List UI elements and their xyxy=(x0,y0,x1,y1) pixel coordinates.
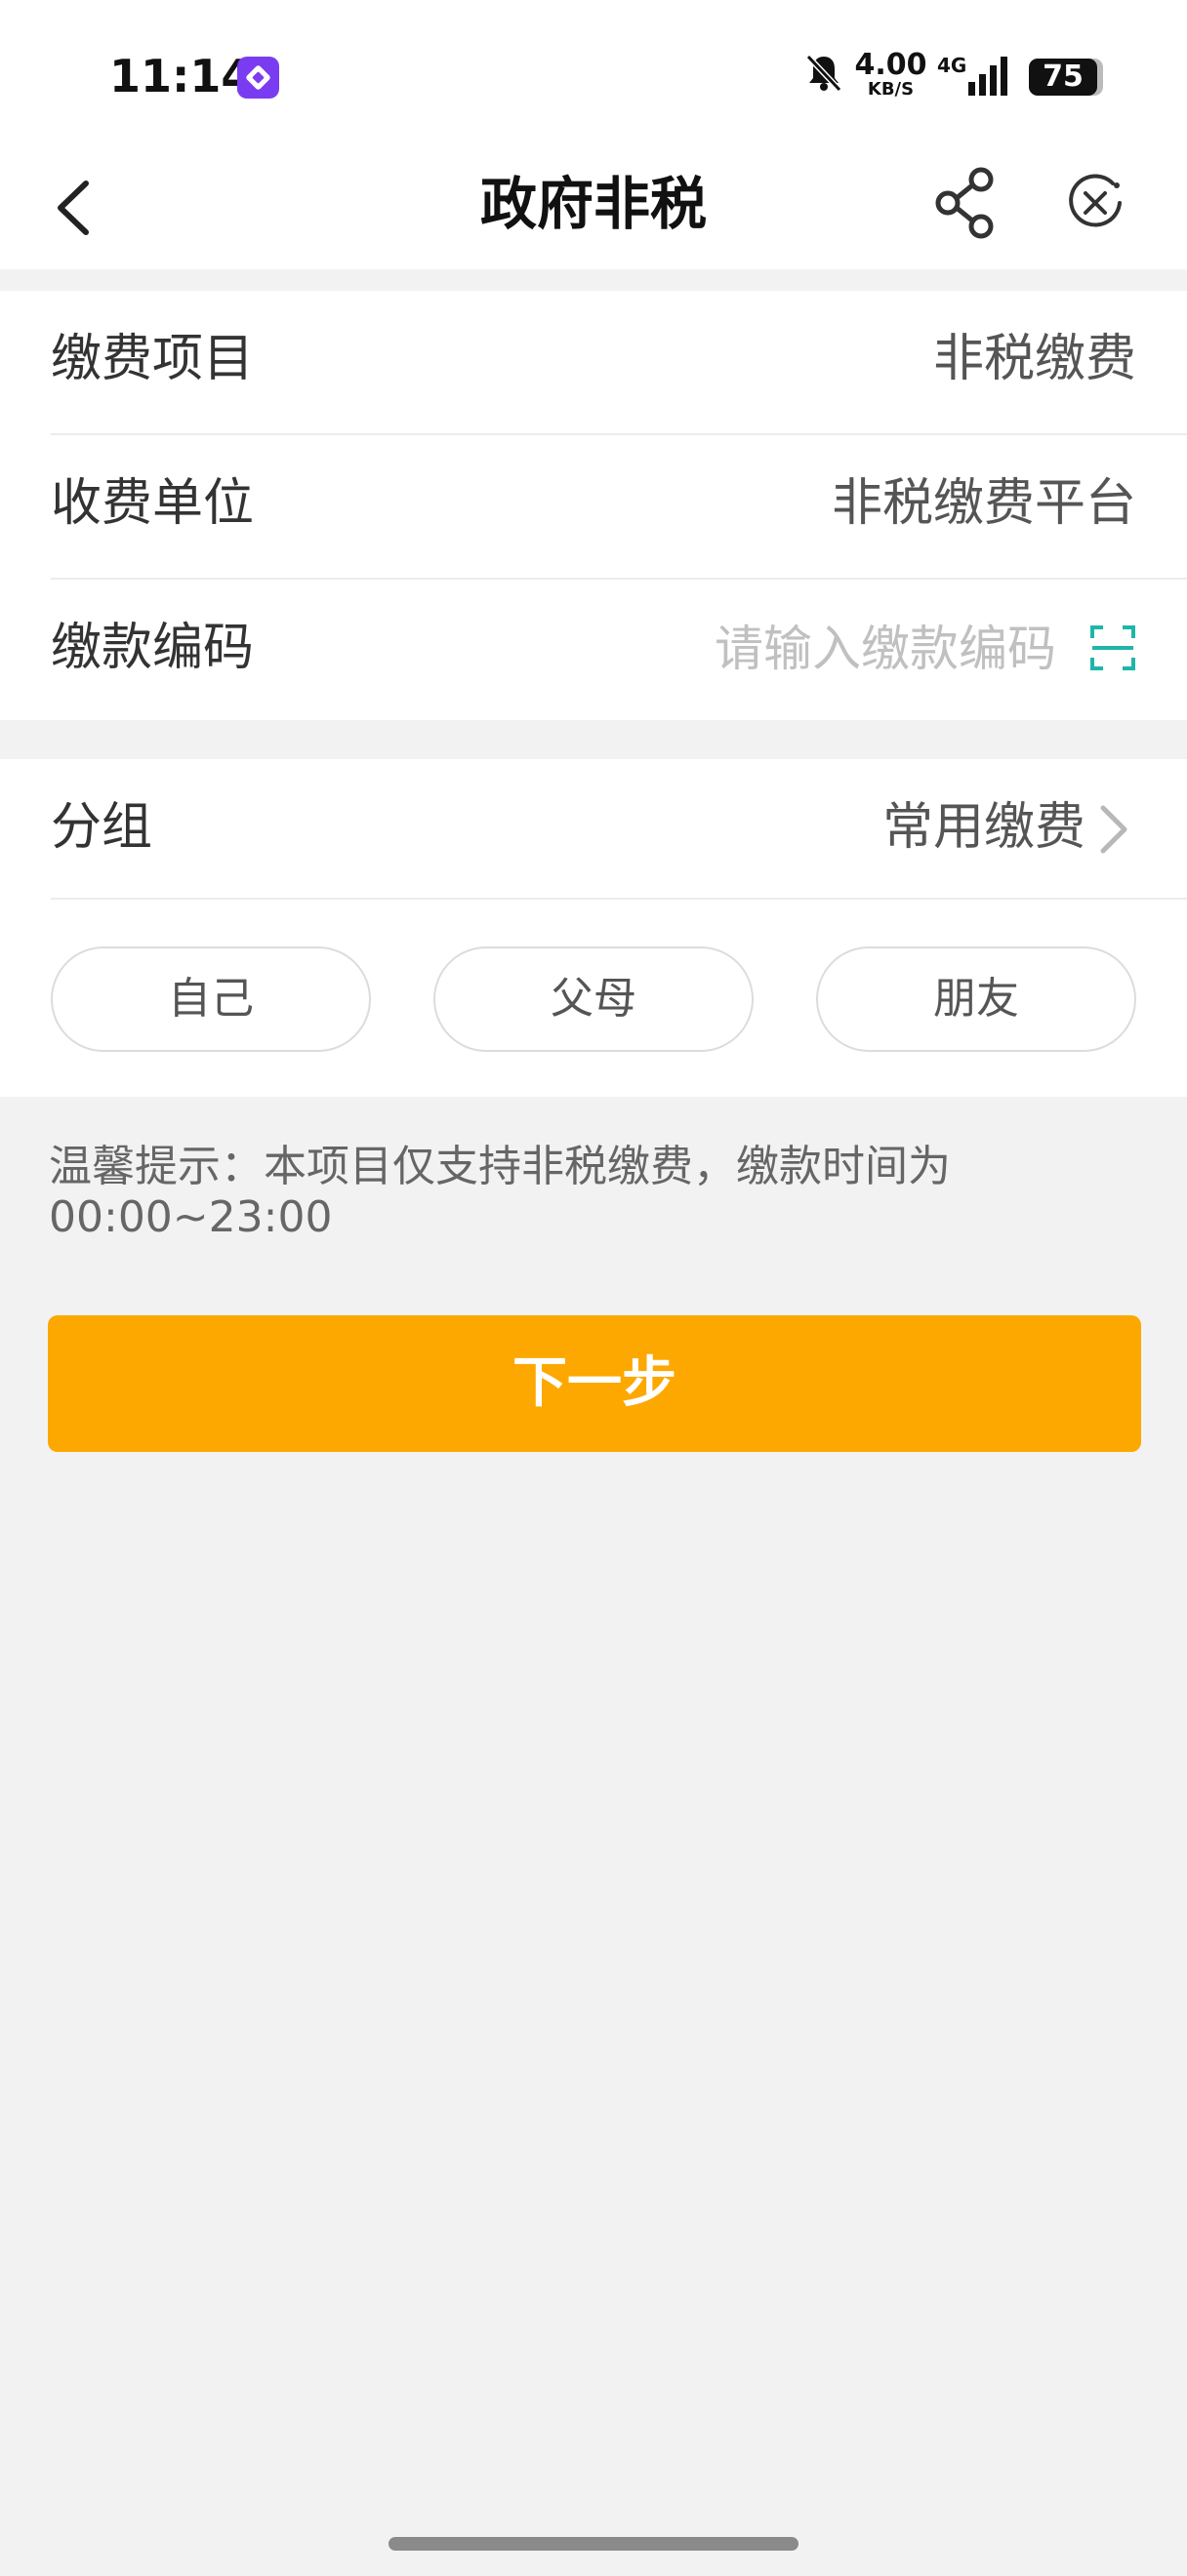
scan-icon[interactable] xyxy=(1089,624,1136,671)
group-chips: 自己 父母 朋友 xyxy=(51,946,1136,1052)
chip-friends[interactable]: 朋友 xyxy=(816,946,1136,1052)
chip-self[interactable]: 自己 xyxy=(51,946,371,1052)
network-speed-unit: KB/S xyxy=(867,79,915,100)
payee-value: 非税缴费平台 xyxy=(831,474,1136,533)
form-row-payment-code: 缴款编码 xyxy=(0,580,1187,724)
payee-label: 收费单位 xyxy=(51,474,255,533)
back-arrow-icon[interactable] xyxy=(49,176,107,240)
chevron-right-icon xyxy=(1100,805,1127,854)
network-speed: 4.00 KB/S xyxy=(854,51,927,100)
payment-code-input[interactable] xyxy=(605,615,1056,683)
form-row-payment-item: 缴费项目 非税缴费 xyxy=(0,291,1187,435)
app-notification-icon xyxy=(237,57,279,99)
group-value: 常用缴费 xyxy=(881,798,1085,857)
share-icon[interactable] xyxy=(932,166,1001,240)
group-selector[interactable]: 分组 常用缴费 xyxy=(0,759,1187,900)
page-title: 政府非税 xyxy=(479,171,707,237)
home-indicator[interactable] xyxy=(389,2537,798,2551)
payment-item-label: 缴费项目 xyxy=(51,330,255,388)
signal-icon xyxy=(968,57,1007,96)
battery-icon: 75 xyxy=(1029,59,1097,96)
divider xyxy=(51,898,1187,900)
mute-bell-icon xyxy=(805,54,842,93)
payment-code-label: 缴款编码 xyxy=(51,619,255,677)
next-step-button[interactable]: 下一步 xyxy=(48,1315,1141,1452)
status-time: 11:14 xyxy=(109,50,253,102)
payment-form: 缴费项目 非税缴费 收费单位 非税缴费平台 缴款编码 xyxy=(0,291,1187,720)
close-mini-program-icon[interactable] xyxy=(1064,172,1126,234)
payment-item-value: 非税缴费 xyxy=(932,330,1136,388)
form-row-payee: 收费单位 非税缴费平台 xyxy=(0,435,1187,580)
group-section: 分组 常用缴费 自己 父母 朋友 xyxy=(0,759,1187,1097)
chip-parents[interactable]: 父母 xyxy=(433,946,754,1052)
status-bar: 11:14 4.00 KB/S 4G 75 xyxy=(0,0,1187,146)
nav-bar: 政府非税 xyxy=(0,146,1187,269)
network-speed-value: 4.00 xyxy=(854,48,927,82)
tip-text: 温馨提示：本项目仅支持非税缴费，缴款时间为00:00~23:00 xyxy=(49,1142,951,1242)
group-label: 分组 xyxy=(51,798,153,857)
